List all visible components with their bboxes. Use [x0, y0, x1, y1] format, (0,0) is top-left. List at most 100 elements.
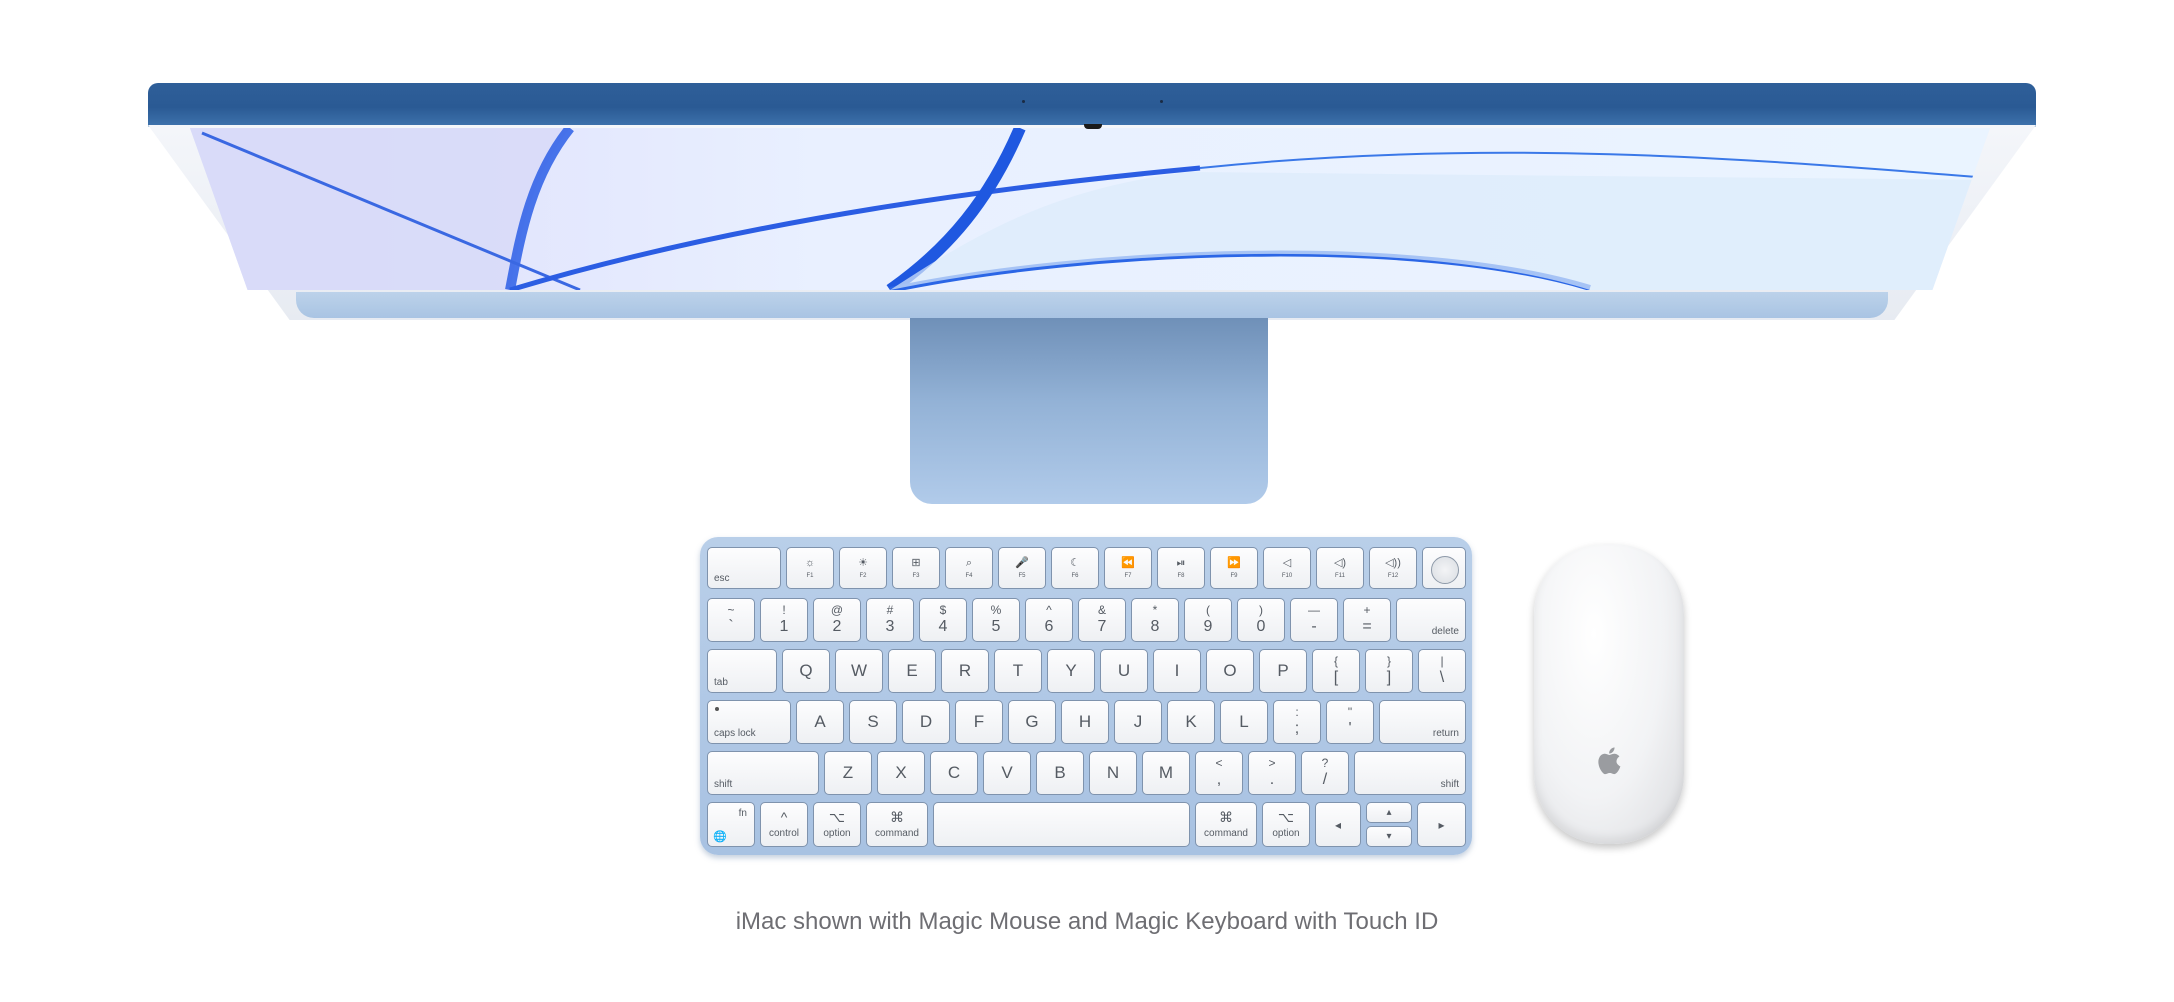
key-return[interactable]: return: [1379, 700, 1466, 744]
fn-label: fn: [738, 808, 747, 819]
key-7[interactable]: & 7: [1078, 598, 1126, 642]
key-backslash[interactable]: | \: [1418, 649, 1466, 693]
key-f4[interactable]: ⌕ F4: [945, 547, 993, 589]
play-pause-icon: ⏯: [1176, 556, 1186, 569]
brightness-up-icon: ☀: [858, 556, 868, 569]
key-g[interactable]: G: [1008, 700, 1056, 744]
key-b[interactable]: B: [1036, 751, 1084, 795]
key-p[interactable]: P: [1259, 649, 1307, 693]
wallpaper-art: [190, 128, 1990, 290]
key-semicolon[interactable]: :;: [1273, 700, 1321, 744]
key-a[interactable]: A: [796, 700, 844, 744]
key-u[interactable]: U: [1100, 649, 1148, 693]
mission-control-icon: ⊞: [911, 556, 921, 569]
brightness-down-icon: ☼: [804, 556, 816, 569]
rewind-icon: ⏪: [1121, 556, 1135, 569]
moon-icon: ☾: [1070, 556, 1080, 569]
key-slash[interactable]: ? /: [1301, 751, 1349, 795]
key-x[interactable]: X: [877, 751, 925, 795]
key-n[interactable]: N: [1089, 751, 1137, 795]
apple-logo-icon: [1598, 747, 1621, 775]
key-arrow-left[interactable]: ◂: [1315, 802, 1361, 847]
key-esc[interactable]: esc: [707, 547, 781, 589]
key-control[interactable]: ^ control: [760, 802, 808, 847]
touch-id-icon: [1431, 556, 1459, 584]
key-right-bracket[interactable]: }]: [1365, 649, 1413, 693]
imac-stand: [910, 318, 1268, 504]
key-4[interactable]: $4: [919, 598, 967, 642]
key-comma[interactable]: <,: [1195, 751, 1243, 795]
key-d[interactable]: D: [902, 700, 950, 744]
key-delete[interactable]: delete: [1396, 598, 1466, 642]
camera-notch: [1084, 124, 1102, 129]
key-right-command[interactable]: ⌘ command: [1195, 802, 1257, 847]
key-f9[interactable]: ⏩ F9: [1210, 547, 1258, 589]
key-j[interactable]: J: [1114, 700, 1162, 744]
key-z[interactable]: Z: [824, 751, 872, 795]
key-q[interactable]: Q: [782, 649, 830, 693]
key-c[interactable]: C: [930, 751, 978, 795]
key-left-shift[interactable]: shift: [707, 751, 819, 795]
imac-top-edge: [148, 83, 2036, 127]
key-t[interactable]: T: [994, 649, 1042, 693]
key-f11[interactable]: ◁) F11: [1316, 547, 1364, 589]
key-arrow-down[interactable]: ▾: [1366, 826, 1412, 847]
key-2[interactable]: @2: [813, 598, 861, 642]
key-left-bracket[interactable]: {[: [1312, 649, 1360, 693]
key-6[interactable]: ^ 6: [1025, 598, 1073, 642]
key-caps-lock[interactable]: caps lock: [707, 700, 791, 744]
volume-down-icon: ◁): [1333, 556, 1347, 569]
key-0[interactable]: ) 0: [1237, 598, 1285, 642]
key-y[interactable]: Y: [1047, 649, 1095, 693]
key-arrow-right[interactable]: ▸: [1417, 802, 1466, 847]
caps-lock-indicator: [715, 707, 719, 711]
key-left-option[interactable]: ⌥ option: [813, 802, 861, 847]
key-period[interactable]: >.: [1248, 751, 1296, 795]
key-k[interactable]: K: [1167, 700, 1215, 744]
key-f12[interactable]: ◁)) F12: [1369, 547, 1417, 589]
key-minus[interactable]: — -: [1290, 598, 1338, 642]
key-f5[interactable]: 🎤 F5: [998, 547, 1046, 589]
key-left-command[interactable]: ⌘ command: [866, 802, 928, 847]
key-fn-globe[interactable]: fn 🌐: [707, 802, 755, 847]
key-f7[interactable]: ⏪ F7: [1104, 547, 1152, 589]
key-o[interactable]: O: [1206, 649, 1254, 693]
key-h[interactable]: H: [1061, 700, 1109, 744]
key-backtick[interactable]: ~ `: [707, 598, 755, 642]
image-caption: iMac shown with Magic Mouse and Magic Ke…: [735, 908, 1439, 935]
key-equals[interactable]: + =: [1343, 598, 1391, 642]
key-e[interactable]: E: [888, 649, 936, 693]
key-s[interactable]: S: [849, 700, 897, 744]
key-f2[interactable]: ☀ F2: [839, 547, 887, 589]
key-8[interactable]: * 8: [1131, 598, 1179, 642]
key-f10[interactable]: ◁ F10: [1263, 547, 1311, 589]
key-quote[interactable]: " ': [1326, 700, 1374, 744]
key-w[interactable]: W: [835, 649, 883, 693]
key-f3[interactable]: ⊞ F3: [892, 547, 940, 589]
key-arrow-up[interactable]: ▴: [1366, 802, 1412, 823]
key-v[interactable]: V: [983, 751, 1031, 795]
magic-mouse: [1534, 544, 1684, 844]
key-tab[interactable]: tab: [707, 649, 777, 693]
key-f8[interactable]: ⏯ F8: [1157, 547, 1205, 589]
search-icon: ⌕: [965, 556, 973, 569]
key-f[interactable]: F: [955, 700, 1003, 744]
key-3[interactable]: #3: [866, 598, 914, 642]
key-9[interactable]: (9: [1184, 598, 1232, 642]
key-5[interactable]: % 5: [972, 598, 1020, 642]
microphone-dot-right: [1160, 100, 1163, 103]
key-i[interactable]: I: [1153, 649, 1201, 693]
key-f1[interactable]: ☼ F1: [786, 547, 834, 589]
key-l[interactable]: L: [1220, 700, 1268, 744]
key-r[interactable]: R: [941, 649, 989, 693]
magic-keyboard: esc ☼ F1 ☀ F2 ⊞ F3 ⌕ F4 🎤 F5 ☾ F6 ⏪ F7 ⏯ F8 ⏩ F9 …: [700, 537, 1472, 855]
microphone-dot-left: [1022, 100, 1025, 103]
key-m[interactable]: M: [1142, 751, 1190, 795]
key-space[interactable]: [933, 802, 1190, 847]
key-right-option[interactable]: ⌥ option: [1262, 802, 1310, 847]
volume-up-icon: ◁)): [1385, 556, 1401, 569]
key-f6[interactable]: ☾ F6: [1051, 547, 1099, 589]
key-touch-id[interactable]: [1422, 547, 1466, 589]
key-right-shift[interactable]: shift: [1354, 751, 1466, 795]
key-1[interactable]: ! 1: [760, 598, 808, 642]
